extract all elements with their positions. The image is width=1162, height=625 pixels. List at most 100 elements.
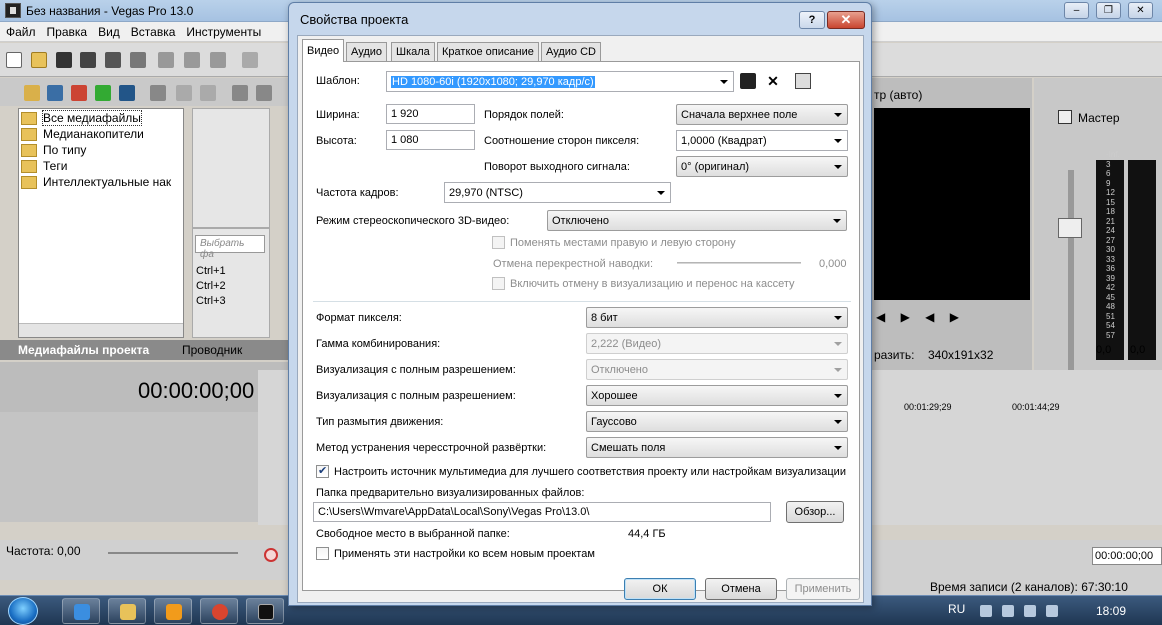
record-icon[interactable] (264, 548, 278, 562)
delete-template-icon[interactable]: ✕ (765, 73, 781, 89)
tab-summary[interactable]: Краткое описание (437, 42, 539, 61)
undo-icon[interactable] (242, 52, 258, 68)
motion-blur-label: Тип размытия движения: (316, 416, 444, 428)
full-res-select-2[interactable]: Хорошее (586, 385, 848, 406)
preview-quality[interactable]: тр (авто) (874, 88, 922, 102)
menu-file[interactable]: Файл (0, 22, 41, 39)
rate-slider[interactable] (108, 552, 238, 554)
tab-ruler[interactable]: Шкала (391, 42, 435, 61)
capture-icon[interactable] (47, 85, 63, 101)
apply-all-checkbox[interactable] (316, 547, 329, 560)
meter-scale-tick: 51 (1106, 311, 1115, 321)
tray-flag-icon[interactable] (1002, 605, 1014, 617)
height-input[interactable]: 1 080 (386, 130, 475, 150)
width-input[interactable]: 1 920 (386, 104, 475, 124)
import-icon[interactable] (24, 85, 40, 101)
tab-explorer[interactable]: Проводник (182, 343, 242, 357)
swap-lr-label: Поменять местами правую и левую сторону (510, 237, 736, 249)
stop-media-icon[interactable] (256, 85, 272, 101)
tree-item-smart-bins[interactable]: Интеллектуальные нак (21, 175, 171, 191)
media-tree[interactable]: Все медиафайлы Медианакопители По типу Т… (18, 108, 184, 338)
crosstalk-slider[interactable] (677, 262, 801, 264)
web-media-icon[interactable] (95, 85, 111, 101)
deinterlace-select[interactable]: Смешать поля (586, 437, 848, 458)
pixel-format-select[interactable]: 8 бит (586, 307, 848, 328)
help-button[interactable]: ? (799, 11, 825, 29)
tree-scrollbar[interactable] (19, 323, 183, 337)
close-window-icon[interactable]: ✕ (1128, 2, 1153, 19)
tab-audio-cd[interactable]: Аудио CD (541, 42, 601, 61)
tab-audio[interactable]: Аудио (346, 42, 388, 61)
motion-blur-select[interactable]: Гауссово (586, 411, 848, 432)
ok-button[interactable]: ОК (624, 578, 696, 600)
template-combo[interactable]: HD 1080-60i (1920x1080; 29,970 кадр/с) (386, 71, 734, 92)
start-button[interactable] (8, 597, 38, 625)
tray-network-icon[interactable] (1024, 605, 1036, 617)
get-media-icon[interactable] (71, 85, 87, 101)
vegas-window-title: Без названия - Vegas Pro 13.0 (26, 4, 194, 18)
render-icon[interactable] (105, 52, 121, 68)
cancel-button[interactable]: Отмена (705, 578, 777, 600)
taskbar-media-player[interactable] (154, 598, 192, 624)
tray-arrow-icon[interactable] (980, 605, 992, 617)
browse-button[interactable]: Обзор... (786, 501, 844, 523)
full-res-select-1[interactable]: Отключено (586, 359, 848, 380)
gamma-label: Гамма комбинирования: (316, 338, 441, 350)
pixel-aspect-select[interactable]: 1,0000 (Квадрат) (676, 130, 848, 151)
project-properties-dialog: Свойства проекта ? ✕ Видео Аудио Шкала К… (288, 2, 872, 606)
copy-icon[interactable] (184, 52, 200, 68)
tray-clock[interactable]: 18:09 (1096, 604, 1126, 618)
menu-edit[interactable]: Правка (41, 22, 93, 39)
tree-item-all-media[interactable]: Все медиафайлы (21, 110, 142, 127)
tree-item-media-bins[interactable]: Медианакопители (21, 127, 144, 143)
meter-readout-left: 0,0 (1096, 344, 1112, 356)
play-media-icon[interactable] (232, 85, 248, 101)
remove-media-icon[interactable] (150, 85, 166, 101)
menu-tools[interactable]: Инструменты (180, 22, 266, 39)
media-fx-icon[interactable] (200, 85, 216, 101)
properties-icon[interactable] (130, 52, 146, 68)
menu-insert[interactable]: Вставка (125, 22, 181, 39)
new-project-icon[interactable] (6, 52, 22, 68)
tray-volume-icon[interactable] (1046, 605, 1058, 617)
apply-button[interactable]: Применить (786, 578, 860, 600)
adjust-media-checkbox[interactable] (316, 464, 329, 478)
search-media-icon[interactable] (119, 85, 135, 101)
taskbar-ie[interactable] (62, 598, 100, 624)
swap-lr-checkbox[interactable] (492, 236, 505, 249)
rotation-label: Поворот выходного сигнала: (484, 161, 630, 173)
save-as-icon[interactable] (80, 52, 96, 68)
tab-video[interactable]: Видео (302, 39, 345, 62)
media-search-input[interactable]: Выбрать фа (195, 235, 265, 260)
open-folder-icon[interactable] (31, 52, 47, 68)
tab-project-media[interactable]: Медиафайлы проекта (18, 343, 149, 357)
preview-transport-icons[interactable]: ◀ ▶ ◀ ▶ (876, 310, 996, 324)
crosstalk-render-checkbox[interactable] (492, 277, 505, 290)
master-mute-icon[interactable] (1058, 110, 1072, 124)
save-template-icon[interactable] (740, 73, 756, 89)
prerender-folder-input[interactable]: C:\Users\Wmvare\AppData\Local\Sony\Vegas… (313, 502, 771, 522)
paste-icon[interactable] (210, 52, 226, 68)
match-media-icon[interactable] (795, 73, 811, 89)
rotation-select[interactable]: 0° (оригинал) (676, 156, 848, 177)
menu-view[interactable]: Вид (92, 22, 125, 39)
minimize-icon[interactable]: – (1064, 2, 1089, 19)
dialog-close-button[interactable]: ✕ (827, 11, 865, 29)
save-icon[interactable] (56, 52, 72, 68)
right-timecode: 00:00:00;00 (1092, 547, 1162, 565)
master-fader-knob[interactable] (1058, 218, 1082, 238)
taskbar-chrome[interactable] (200, 598, 238, 624)
cut-icon[interactable] (158, 52, 174, 68)
field-order-select[interactable]: Сначала верхнее поле (676, 104, 848, 125)
preview-frame-size: 340x191x32 (928, 348, 994, 362)
taskbar-explorer[interactable] (108, 598, 146, 624)
tray-language[interactable]: RU (948, 602, 965, 616)
tree-item-tags[interactable]: Теги (21, 159, 67, 175)
media-properties-icon[interactable] (176, 85, 192, 101)
tree-item-by-type[interactable]: По типу (21, 143, 86, 159)
taskbar-vegas[interactable] (246, 598, 284, 624)
gamma-select[interactable]: 2,222 (Видео) (586, 333, 848, 354)
restore-icon[interactable]: ❐ (1096, 2, 1121, 19)
stereo-mode-select[interactable]: Отключено (547, 210, 847, 231)
frame-rate-select[interactable]: 29,970 (NTSC) (444, 182, 671, 203)
